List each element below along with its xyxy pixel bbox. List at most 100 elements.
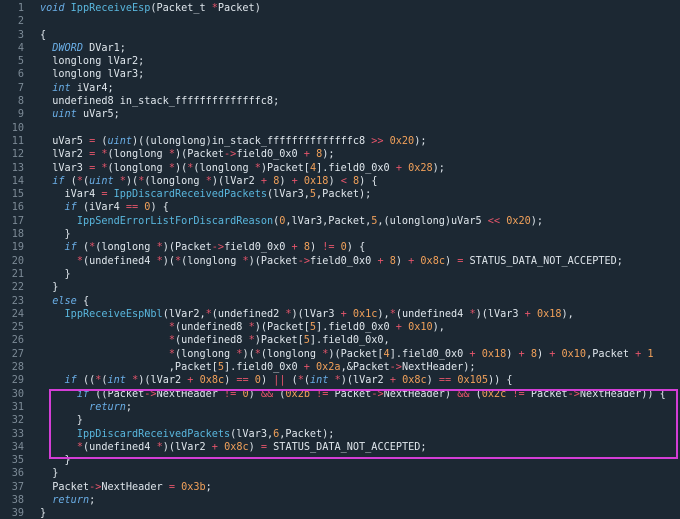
code-token: int <box>52 82 77 94</box>
code-line[interactable]: 23 else { <box>0 295 666 308</box>
line-source: *(undefined4 *)(*(longlong *)(Packet->fi… <box>40 256 623 267</box>
code-token: IppReceiveEsp <box>70 3 151 14</box>
code-token: + <box>549 348 562 360</box>
code-token: ) <box>444 255 458 267</box>
line-number: 34 <box>11 441 24 453</box>
code-line[interactable]: 26 *(undefined8 *)Packet[5].field0_0x0, <box>0 334 666 347</box>
code-line[interactable]: 38 return; <box>0 494 666 507</box>
code-token: )(Packet <box>174 149 225 161</box>
code-token: lVar2 <box>40 149 90 161</box>
line-source: iVar4 = IppDiscardReceivedPackets(lVar3,… <box>40 189 372 200</box>
line-number: 31 <box>11 401 24 413</box>
code-token: ); <box>432 162 445 174</box>
code-token: (Packet_t <box>150 3 212 14</box>
code-line[interactable]: 17 IppSendErrorListForDiscardReason(0,lV… <box>0 215 666 228</box>
code-line[interactable]: 29 if ((*(int *)(lVar2 + 0x8c) == 0) || … <box>0 374 666 387</box>
line-source: } <box>40 229 71 240</box>
code-line[interactable]: 34 *(undefined4 *)(lVar2 + 0x8c) = STATU… <box>0 441 666 454</box>
code-token: )( <box>162 255 175 267</box>
code-token: + <box>211 441 225 453</box>
code-token: )(lVar2 <box>211 175 261 187</box>
code-line[interactable]: 1 void IppReceiveEsp(Packet_t *Packet) <box>0 2 666 15</box>
code-line[interactable]: 5 longlong lVar2; <box>0 55 666 68</box>
code-line[interactable]: 6 longlong lVar3; <box>0 68 666 81</box>
code-line[interactable]: 2 <box>0 15 666 28</box>
code-token: && <box>260 388 280 400</box>
code-token: Packet <box>530 388 568 400</box>
code-line[interactable]: 7 int iVar4; <box>0 82 666 95</box>
code-line[interactable]: 33 IppDiscardReceivedPackets(lVar3,6,Pac… <box>0 428 666 441</box>
code-token: return <box>52 494 90 506</box>
code-line[interactable]: 10 <box>0 122 666 135</box>
code-line[interactable]: 11 uVar5 = (uint)((ulonglong)in_stack_ff… <box>0 135 666 148</box>
code-token: + <box>635 348 648 360</box>
line-source: longlong lVar2; <box>40 56 144 67</box>
code-line[interactable]: 27 *(longlong *)(*(longlong *)(Packet[4]… <box>0 348 666 361</box>
code-token: STATUS_DATA_NOT_ACCEPTED; <box>273 441 427 453</box>
code-line[interactable]: 13 lVar3 = *(longlong *)(*(longlong *)Pa… <box>0 162 666 175</box>
code-token: 0x28 <box>408 162 433 174</box>
code-line[interactable]: 21 } <box>0 268 666 281</box>
code-token: field0_0x0 <box>224 242 292 254</box>
line-number: 25 <box>11 322 24 334</box>
code-token: uVar5; <box>82 109 120 121</box>
code-line[interactable]: 39} <box>0 507 666 519</box>
code-line[interactable]: 9 uint uVar5; <box>0 108 666 121</box>
code-token: (undefined4 <box>395 308 470 320</box>
code-line[interactable]: 19 if (*(longlong *)(Packet->field0_0x0 … <box>0 241 666 254</box>
code-line[interactable]: 25 *(undefined8 *)(Packet[5].field0_0x0 … <box>0 321 666 334</box>
code-line[interactable]: 22 } <box>0 281 666 294</box>
line-number: 7 <box>17 82 24 94</box>
code-line[interactable]: 35 } <box>0 454 666 467</box>
code-token: ) { <box>150 202 169 214</box>
code-token: -> <box>297 255 310 267</box>
code-token: == <box>236 375 255 387</box>
code-token: ((Packet <box>95 388 145 400</box>
code-token: ].field0_0x0 <box>224 362 304 374</box>
code-token: } <box>40 282 59 294</box>
code-token: (longlong <box>107 162 169 174</box>
code-line[interactable]: 20 *(undefined4 *)(*(longlong *)(Packet-… <box>0 255 666 268</box>
code-token: IppDiscardReceivedPackets <box>76 428 231 440</box>
line-number: 26 <box>11 335 24 347</box>
line-source: int iVar4; <box>40 82 114 94</box>
line-source: *(longlong *)(*(longlong *)(Packet[4].fi… <box>40 349 654 360</box>
code-line[interactable]: 24 IppReceiveEspNbl(lVar2,*(undefined2 *… <box>0 308 666 321</box>
code-line[interactable]: 18 } <box>0 228 666 241</box>
code-token: )(Packet <box>248 255 298 267</box>
code-token: + <box>524 308 537 320</box>
line-number: 30 <box>11 388 24 400</box>
code-token: } <box>40 455 71 467</box>
code-token: ) <box>260 375 274 387</box>
code-token: (undefined8 <box>174 322 249 334</box>
code-line[interactable]: 16 if (iVar4 == 0) { <box>0 201 666 214</box>
code-token: ) <box>506 348 519 360</box>
code-line[interactable]: 8 undefined8 in_stack_ffffffffffffffc8; <box>0 95 666 108</box>
code-token: NextHeader) <box>383 388 458 400</box>
code-token: )(Packet <box>162 242 212 254</box>
code-line[interactable]: 32 } <box>0 414 666 427</box>
code-line[interactable]: 14 if (*(uint *)(*(longlong *)(lVar2 + 8… <box>0 175 666 188</box>
code-line[interactable]: 30 if ((Packet->NextHeader != 0) && (0x2… <box>0 388 666 401</box>
code-token: } <box>40 508 47 519</box>
code-line[interactable]: 4 DWORD DVar1; <box>0 42 666 55</box>
code-line[interactable]: 28 ,Packet[5].field0_0x0 + 0x2a,&Packet-… <box>0 361 666 374</box>
code-line[interactable]: 31 return; <box>0 401 666 414</box>
code-token: 0x8c <box>224 441 249 453</box>
code-line[interactable]: 12 lVar2 = *(longlong *)(Packet->field0_… <box>0 148 666 161</box>
line-source: return; <box>40 495 95 506</box>
code-view[interactable]: 1 void IppReceiveEsp(Packet_t *Packet) 2 3{… <box>0 2 666 519</box>
line-number: 24 <box>11 308 24 320</box>
code-line[interactable]: 37 Packet->NextHeader = 0x3b; <box>0 481 666 494</box>
code-line[interactable]: 3{ <box>0 29 666 42</box>
code-token: iVar4; <box>76 82 114 94</box>
code-editor[interactable]: 1 void IppReceiveEsp(Packet_t *Packet) 2 3{… <box>0 0 680 519</box>
code-line[interactable]: 36 } <box>0 467 666 480</box>
line-number: 6 <box>17 69 24 81</box>
code-token: ].field0_0x0 <box>316 162 396 174</box>
code-line[interactable]: 15 iVar4 = IppDiscardReceivedPackets(lVa… <box>0 188 666 201</box>
code-token: IppReceiveEspNbl <box>64 308 163 320</box>
